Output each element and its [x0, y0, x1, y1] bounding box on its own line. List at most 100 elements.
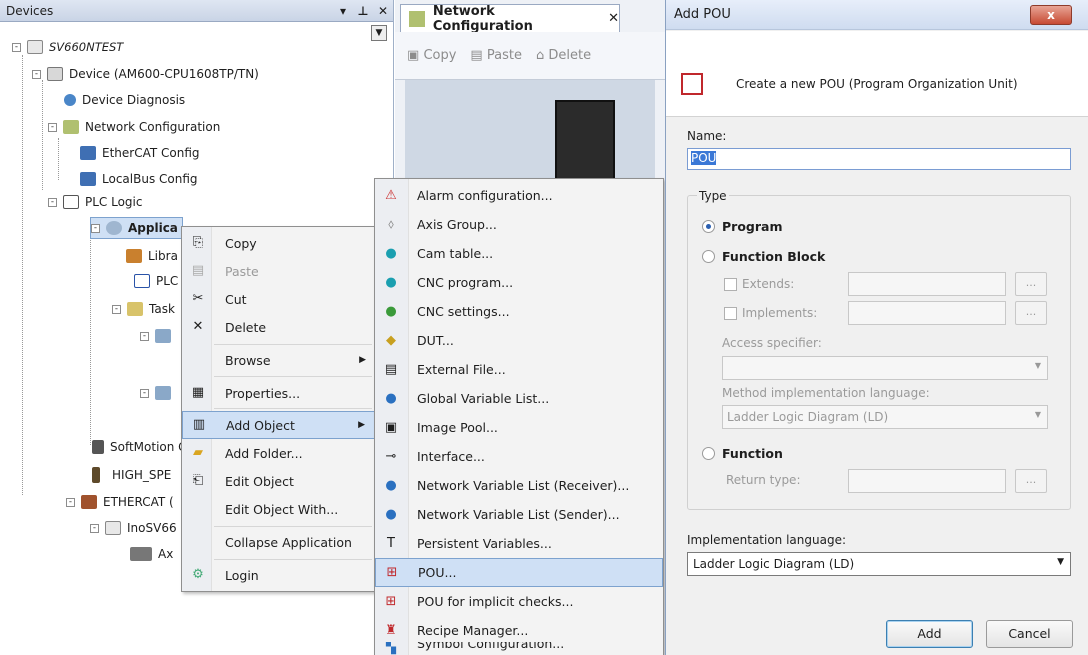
menu-item-global-variable-list[interactable]: ● Global Variable List...: [375, 384, 663, 413]
close-icon[interactable]: ✕: [373, 4, 393, 18]
collapse-icon[interactable]: -: [140, 331, 149, 341]
menu-item-cut[interactable]: ✂ Cut: [182, 285, 376, 313]
radio-icon: [702, 447, 715, 460]
implements-input[interactable]: [848, 301, 1006, 325]
tree-label: SoftMotion G: [110, 440, 188, 454]
return-type-input[interactable]: [848, 469, 1006, 493]
ethercat-icon: [81, 495, 97, 509]
menu-item-recipe-manager[interactable]: ♜ Recipe Manager...: [375, 616, 663, 645]
menu-item-pou-implicit[interactable]: ⊞ POU for implicit checks...: [375, 587, 663, 616]
program-radio[interactable]: Program: [702, 219, 783, 234]
menu-item-axis-group[interactable]: ⬨ Axis Group...: [375, 210, 663, 239]
return-type-browse-button[interactable]: ...: [1015, 469, 1047, 493]
menu-item-external-file[interactable]: ▤ External File...: [375, 355, 663, 384]
collapse-icon[interactable]: -: [66, 497, 75, 507]
tree-item-softmotion[interactable]: SoftMotion G: [92, 436, 187, 458]
tree-item-diagnosis[interactable]: Device Diagnosis: [64, 89, 185, 111]
menu-item-nvl-sender[interactable]: ● Network Variable List (Sender)...: [375, 500, 663, 529]
tree-item-ethercat[interactable]: - ETHERCAT (: [66, 491, 174, 513]
copy-button[interactable]: ▣ Copy: [407, 48, 456, 63]
tree-item-device[interactable]: - Device (AM600-CPU1608TP/TN): [32, 63, 259, 85]
menu-item-copy[interactable]: ⎘ Copy: [182, 229, 376, 257]
dialog-close-button[interactable]: x: [1030, 5, 1072, 25]
collapse-icon[interactable]: -: [90, 523, 99, 533]
dropdown-arrow-icon[interactable]: ▾: [333, 4, 353, 18]
access-specifier-select[interactable]: ▼: [722, 356, 1048, 380]
symbol-icon: ▚: [386, 642, 396, 655]
tree-item-plc-prg[interactable]: PLC: [134, 270, 178, 292]
file-icon: ▤: [384, 361, 398, 377]
type-group: [687, 195, 1071, 510]
properties-icon: ▦: [191, 385, 205, 400]
extends-checkbox[interactable]: Extends:: [724, 277, 794, 291]
collapse-icon[interactable]: -: [48, 197, 57, 207]
menu-item-login[interactable]: ⚙ Login: [182, 561, 376, 589]
menu-item-interface[interactable]: ⊸ Interface...: [375, 442, 663, 471]
menu-item-properties[interactable]: ▦ Properties...: [182, 379, 376, 407]
collapse-icon[interactable]: -: [32, 69, 41, 79]
tree-item-application[interactable]: - Applica: [90, 217, 183, 239]
menu-item-symbol-configuration[interactable]: ▚ Symbol Configuration...: [375, 642, 663, 655]
axis-icon: [92, 440, 104, 454]
implements-checkbox[interactable]: Implements:: [724, 306, 817, 320]
type-label: Type: [697, 189, 729, 203]
cancel-button[interactable]: Cancel: [986, 620, 1073, 648]
tree-item-plc-logic[interactable]: - PLC Logic: [48, 191, 142, 213]
tab-close-icon[interactable]: ✕: [608, 11, 619, 26]
pou-icon: ⊞: [386, 564, 398, 580]
menu-item-edit-object[interactable]: ⎗ Edit Object: [182, 467, 376, 495]
paste-button[interactable]: ▤ Paste: [470, 48, 522, 63]
devices-panel-header: Devices ▾ ⊥ ✕: [0, 0, 393, 22]
menu-item-image-pool[interactable]: ▣ Image Pool...: [375, 413, 663, 442]
add-button[interactable]: Add: [886, 620, 973, 648]
tree-item-network[interactable]: - Network Configuration: [48, 116, 220, 138]
plc-logic-icon: [63, 195, 79, 209]
login-icon: ⚙: [192, 567, 204, 582]
task-config-icon: [155, 386, 171, 400]
tree-item-ethercat-config[interactable]: EtherCAT Config: [80, 142, 200, 164]
tree-item-high-spe[interactable]: HIGH_SPE: [92, 464, 171, 486]
tree-item-axis[interactable]: Ax: [130, 543, 173, 565]
tree-item-task-sub-1[interactable]: -: [140, 325, 177, 347]
menu-item-paste[interactable]: ▤ Paste: [182, 257, 376, 285]
delete-button[interactable]: ⌂ Delete: [536, 48, 591, 63]
menu-item-persistent-variables[interactable]: T Persistent Variables...: [375, 529, 663, 558]
tree-item-inosv[interactable]: - InoSV66: [90, 517, 177, 539]
menu-item-edit-object-with[interactable]: Edit Object With...: [182, 495, 376, 523]
menu-item-cam-table[interactable]: ● Cam table...: [375, 239, 663, 268]
menu-item-nvl-receiver[interactable]: ● Network Variable List (Receiver)...: [375, 471, 663, 500]
function-radio[interactable]: Function: [702, 446, 783, 461]
collapse-icon[interactable]: -: [48, 122, 57, 132]
extends-input[interactable]: [848, 272, 1006, 296]
extends-browse-button[interactable]: ...: [1015, 272, 1047, 296]
tree-item-task-sub-2[interactable]: -: [140, 382, 177, 404]
tree-scroll-button[interactable]: ▼: [371, 25, 387, 41]
menu-item-cnc-program[interactable]: ● CNC program...: [375, 268, 663, 297]
method-language-select[interactable]: Ladder Logic Diagram (LD) ▼: [722, 405, 1048, 429]
tab-network-configuration[interactable]: Network Configuration ✕: [400, 4, 620, 34]
collapse-icon[interactable]: -: [140, 388, 149, 398]
implements-browse-button[interactable]: ...: [1015, 301, 1047, 325]
menu-item-pou[interactable]: ⊞ POU...: [375, 558, 663, 587]
tree-item-localbus-config[interactable]: LocalBus Config: [80, 168, 198, 190]
tree-item-task[interactable]: - Task: [112, 298, 175, 320]
collapse-icon[interactable]: -: [12, 42, 21, 52]
function-block-radio[interactable]: Function Block: [702, 249, 825, 264]
collapse-icon[interactable]: -: [91, 223, 100, 233]
task-config-icon: [155, 329, 171, 343]
menu-item-add-object[interactable]: ▥ Add Object ▶: [182, 411, 376, 439]
implementation-language-select[interactable]: Ladder Logic Diagram (LD) ▼: [687, 552, 1071, 576]
tree-item-project[interactable]: - SV660NTEST: [12, 36, 123, 58]
menu-item-browse[interactable]: Browse ▶: [182, 346, 376, 374]
menu-item-cnc-settings[interactable]: ● CNC settings...: [375, 297, 663, 326]
name-input[interactable]: POU: [687, 148, 1071, 170]
menu-item-delete[interactable]: ✕ Delete: [182, 313, 376, 341]
menu-item-alarm-configuration[interactable]: ⚠ Alarm configuration...: [375, 181, 663, 210]
menu-item-add-folder[interactable]: ▰ Add Folder...: [182, 439, 376, 467]
pin-icon[interactable]: ⊥: [353, 4, 373, 18]
menu-item-dut[interactable]: ◆ DUT...: [375, 326, 663, 355]
collapse-icon[interactable]: -: [112, 304, 121, 314]
tree-label: ETHERCAT (: [103, 495, 174, 509]
tree-item-library[interactable]: Libra: [126, 245, 178, 267]
menu-item-collapse-application[interactable]: Collapse Application: [182, 528, 376, 556]
